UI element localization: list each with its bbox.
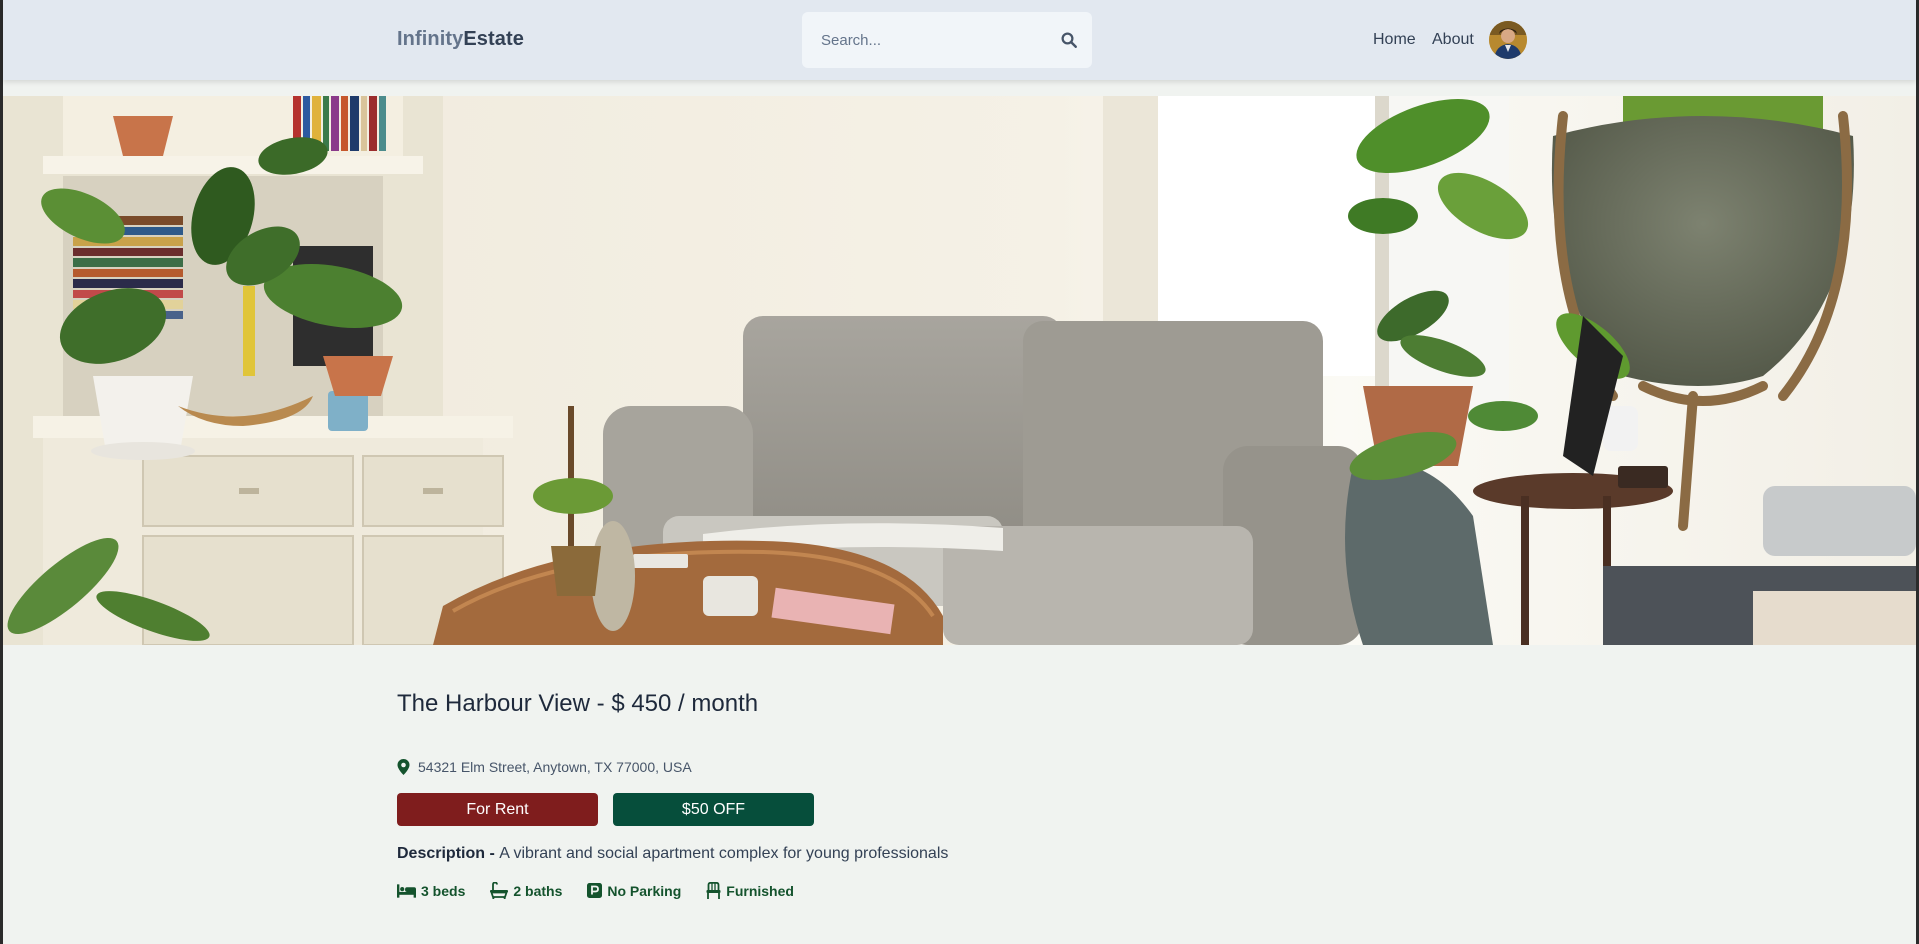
feature-furnished: Furnished [706,882,794,899]
listing-title: The Harbour View - $ 450 / month [397,690,759,717]
user-avatar[interactable] [1489,21,1527,59]
discount-badge[interactable]: $50 OFF [613,793,814,826]
features-list: 3 beds 2 baths No Parking Furnished [397,882,819,899]
top-header: InfinityEstate Home About [3,0,1916,80]
search-form [802,12,1092,68]
description-text: A vibrant and social apartment complex f… [499,845,949,862]
feature-baths-label: 2 baths [513,882,563,899]
nav-home-link[interactable]: Home [1373,31,1416,49]
for-rent-badge[interactable]: For Rent [397,793,598,826]
feature-parking-label: No Parking [607,882,682,899]
bath-icon [490,882,509,899]
chair-icon [706,882,721,899]
bed-icon [397,883,416,898]
feature-beds: 3 beds [397,883,465,899]
brand-part-2: Estate [463,28,524,50]
listing-description: Description - A vibrant and social apart… [397,845,948,863]
property-hero-image [3,96,1916,645]
feature-beds-label: 3 beds [421,882,466,899]
feature-furnished-label: Furnished [726,882,794,899]
brand-logo[interactable]: InfinityEstate [397,28,524,51]
brand-part-1: Infinity [397,28,464,50]
listing-address: 54321 Elm Street, Anytown, TX 77000, USA [418,759,692,775]
feature-parking: No Parking [587,883,681,899]
nav-about-link[interactable]: About [1432,31,1474,49]
description-label: Description - [397,845,500,862]
location-pin-icon [397,759,410,775]
search-icon[interactable] [1060,31,1078,49]
address-row: 54321 Elm Street, Anytown, TX 77000, USA [397,759,692,775]
parking-icon [587,883,603,898]
feature-baths: 2 baths [490,882,562,899]
search-input[interactable] [802,12,1052,68]
